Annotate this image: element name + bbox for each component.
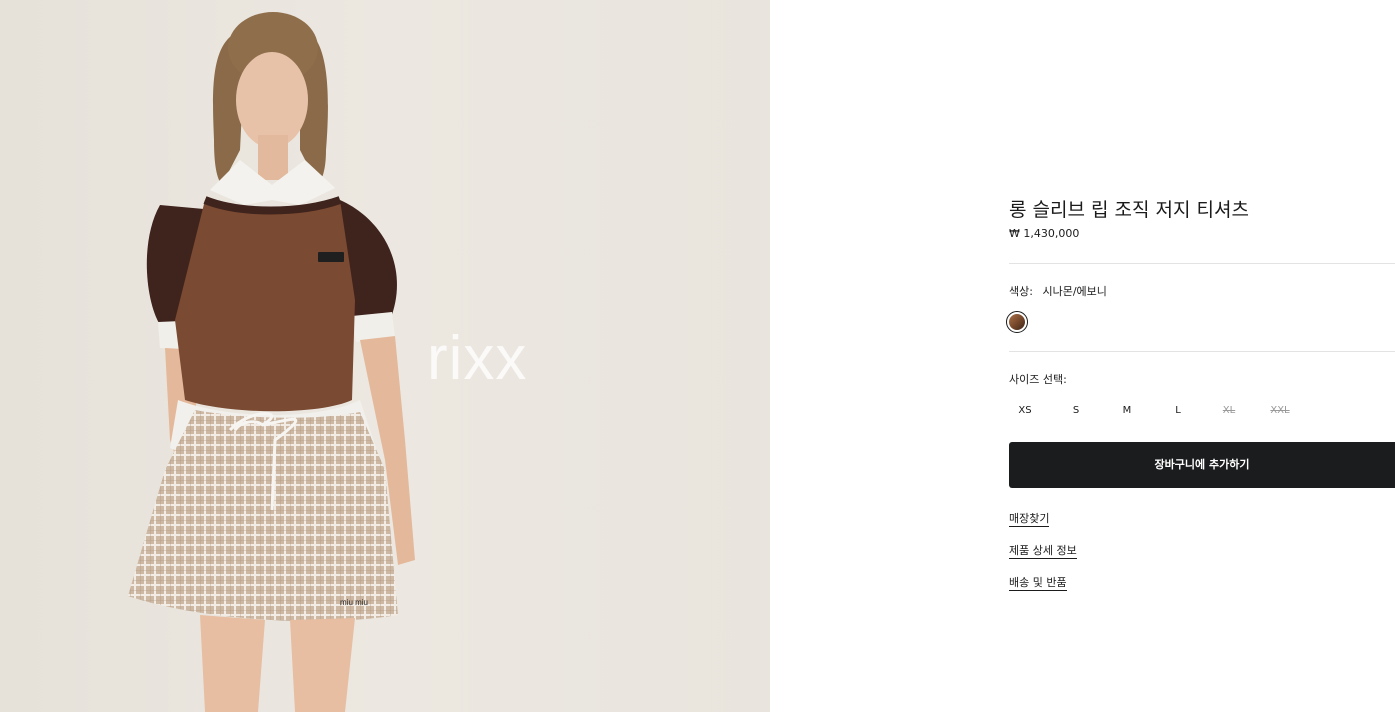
- size-select-label: 사이즈 선택:: [1009, 373, 1067, 386]
- product-info-panel: 롱 슬리브 립 조직 저지 티셔츠 ₩ 1,430,000 색상: 시나몬/에보…: [1006, 0, 1395, 712]
- color-info: 색상: 시나몬/에보니: [1009, 283, 1107, 299]
- add-to-cart-button[interactable]: 장바구니에 추가하기: [1009, 442, 1395, 488]
- divider: [1009, 351, 1395, 352]
- color-swatch-cinnamon-ebony[interactable]: [1006, 311, 1028, 333]
- color-label: 색상:: [1009, 285, 1033, 298]
- size-option-xs[interactable]: XS: [1008, 403, 1042, 419]
- watermark: rixx: [427, 324, 528, 393]
- size-option-m[interactable]: M: [1110, 403, 1144, 419]
- size-option-xl[interactable]: XL: [1212, 403, 1246, 419]
- product-details-link[interactable]: 제품 상세 정보: [1009, 544, 1077, 559]
- skirt-logo: miu miu: [340, 598, 368, 607]
- swatch-fill: [1009, 314, 1025, 330]
- divider: [1009, 263, 1395, 264]
- color-value: 시나몬/에보니: [1042, 285, 1107, 298]
- model-illustration: miu miu: [128, 12, 415, 712]
- shipping-returns-link[interactable]: 배송 및 반품: [1009, 576, 1067, 591]
- size-option-s[interactable]: S: [1059, 403, 1093, 419]
- size-option-l[interactable]: L: [1161, 403, 1195, 419]
- product-image: miu miu rixx: [0, 0, 770, 712]
- size-option-xxl[interactable]: XXL: [1263, 403, 1297, 419]
- product-price: ₩ 1,430,000: [1009, 227, 1080, 240]
- store-locator-link[interactable]: 매장찾기: [1009, 512, 1050, 527]
- product-title: 롱 슬리브 립 조직 저지 티셔츠: [1009, 199, 1249, 221]
